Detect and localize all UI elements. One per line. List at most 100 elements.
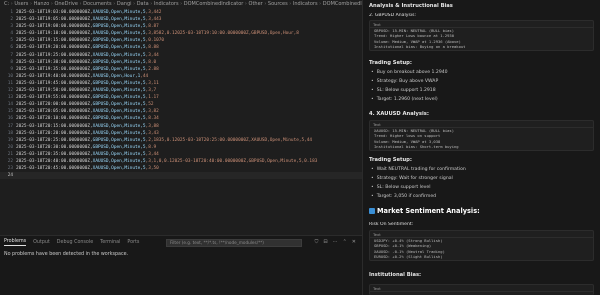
code-line[interactable]: 2 2025-03-18T19:05:00.0000000Z,XAUUSD,Ope… [0,16,362,23]
code-line[interactable]: 7 2025-03-18T19:25:00.0000000Z,XAUUSD,Ope… [0,52,362,59]
collapse-all-icon[interactable]: ⊟ [323,239,327,245]
xau-code-block: Text XAUUSD: 15-MIN: NEUTRAL (BULL bias)… [369,120,594,151]
line-text: 2025-03-18T20:30:00.0000000Z,GBPUSD,Open… [16,144,157,150]
code-line[interactable]: 5 2025-03-18T19:15:00.0000000Z,GBPUSD,Ope… [0,37,362,44]
institutional-code-block: Text [369,284,594,295]
code-line[interactable]: 13 2025-03-18T19:55:00.0000000Z,GBPUSD,Op… [0,94,362,101]
code-line[interactable]: 24 [0,172,362,180]
list-item: Target: 1.2960 (next level) [371,97,438,102]
line-text: 2025-03-18T20:45:00.0000000Z,XAUUSD,Open… [16,166,159,172]
breadcrumb-item[interactable]: OneDrive [54,1,78,7]
code-line[interactable]: 19 2025-03-18T20:25:00.0000000Z,GBPUSD,Op… [0,137,362,144]
code-line[interactable]: 16 2025-03-18T20:10:00.0000000Z,GBPUSD,Op… [0,115,362,122]
line-number: 24 [7,173,13,179]
gbp-header: 2. GBPUSD Analysis: [369,13,417,18]
line-number: 18 [7,130,13,136]
line-text: 2025-03-18T19:15:00.0000000Z,GBPUSD,Open… [16,38,165,44]
line-text: 2025-03-18T20:10:00.0000000Z,GBPUSD,Open… [16,116,159,122]
tab-ports[interactable]: Ports [127,240,139,245]
code-line[interactable]: 20 2025-03-18T20:30:00.0000000Z,GBPUSD,Op… [0,144,362,151]
code-line[interactable]: 8 2025-03-18T19:30:00.0000000Z,GBPUSD,Ope… [0,59,362,66]
breadcrumb-item[interactable]: Indicators [293,1,318,7]
code-line[interactable]: 17 2025-03-18T20:15:00.0000000Z,XAUUSD,Op… [0,123,362,130]
code-area[interactable]: 1 2025-03-18T19:03:00.0000000Z,XAUUSD,Ope… [0,9,362,180]
line-text: 2025-03-18T20:20:00.0000000Z,XAUUSD,Open… [16,130,159,136]
tab-problems[interactable]: Problems [4,239,27,246]
tab-output[interactable]: Output [33,240,50,245]
line-text: 2025-03-18T19:30:00.0000000Z,GBPUSD,Open… [16,59,157,65]
list-item: Strategy: Wait for stronger signal [371,176,453,181]
line-text: 2025-03-18T19:50:00.0000000Z,XAUUSD,Open… [16,88,157,94]
line-number: 7 [10,52,13,58]
line-text: 2025-03-18T20:35:00.0000000Z,XAUUSD,Open… [16,151,159,157]
more-icon[interactable]: ⋯ [333,239,338,245]
gbp-trading-header: Trading Setup: [369,60,412,66]
code-lang-label: Text [370,121,593,128]
line-number: 2 [10,17,13,23]
code-line[interactable]: 12 2025-03-18T19:50:00.0000000Z,XAUUSD,Op… [0,87,362,94]
code-line[interactable]: 11 2025-03-18T19:45:00.0000000Z,GBPUSD,Op… [0,80,362,87]
list-item: Target: 3,050 if confirmed [371,194,436,199]
list-item: Strategy: Buy above VWAP [371,79,439,84]
tab-debug-console[interactable]: Debug Console [57,240,93,245]
list-item: SL: Below support 1.2918 [371,88,436,93]
problems-filter-input[interactable]: Filter (e.g. text, **/*.ts, !**/node_mod… [166,239,302,247]
xau-trading-header: Trading Setup: [369,157,412,163]
code-line: EURUSD: +0.2% (Slight Bullish) [374,254,443,260]
code-line: Institutional bias: Buying on a breakout [374,44,466,50]
line-number: 14 [7,102,13,108]
code-line[interactable]: 1 2025-03-18T19:03:00.0000000Z,XAUUSD,Ope… [0,9,362,16]
line-text: 2025-03-18T19:55:00.0000000Z,GBPUSD,Open… [16,95,159,101]
code-line[interactable]: 23 2025-03-18T20:45:00.0000000Z,XAUUSD,Op… [0,165,362,172]
line-number: 13 [7,95,13,101]
line-text: 2025-03-18T20:15:00.0000000Z,XAUUSD,Open… [16,123,159,129]
code-line[interactable]: 15 2025-03-18T20:05:00.0000000Z,XAUUSD,Op… [0,108,362,115]
line-text: 2025-03-18T19:45:00.0000000Z,GBPUSD,Open… [16,80,159,86]
maximize-panel-icon[interactable]: ⌃ [343,239,347,245]
code-line[interactable]: 22 2025-03-18T20:40:00.0000000Z,XAUUSD,Op… [0,158,362,165]
filter-icon[interactable]: ⛉ [315,239,319,245]
line-number: 23 [7,166,13,172]
close-icon[interactable]: ✕ [352,239,356,245]
breadcrumb-item[interactable]: DOMCombinedIndicator [184,1,244,7]
line-number: 11 [7,80,13,86]
code-line[interactable]: 4 2025-03-18T19:10:00.0000000Z,XAUUSD,Ope… [0,30,362,37]
institutional-header: Institutional Bias: [369,272,422,278]
line-number: 20 [7,144,13,150]
line-text: 2025-03-18T19:10:00.0000000Z,XAUUSD,Open… [16,31,299,37]
line-text: 2025-03-18T20:40:00.0000000Z,XAUUSD,Open… [16,158,318,164]
line-number: 8 [10,59,13,65]
breadcrumb-item[interactable]: Sources [268,1,288,7]
code-line[interactable]: 18 2025-03-18T20:20:00.0000000Z,XAUUSD,Op… [0,130,362,137]
chart-icon [369,208,375,214]
breadcrumb-item[interactable]: Indicators [154,1,179,7]
editor[interactable]: C: › Users › Hanzo › OneDrive › Document… [0,0,362,235]
breadcrumb-item[interactable]: Other [249,1,263,7]
breadcrumb-item[interactable]: Users [14,1,28,7]
code-line[interactable]: 14 2025-03-18T20:00:00.0000000Z,GBPUSD,Op… [0,101,362,108]
line-text: 2025-03-18T19:05:00.0000000Z,XAUUSD,Open… [16,17,162,23]
line-number: 3 [10,24,13,30]
breadcrumb: C: › Users › Hanzo › OneDrive › Document… [0,0,362,9]
line-text: 2025-03-18T19:20:00.0000000Z,GBPUSD,Open… [16,45,159,51]
tab-terminal[interactable]: Terminal [100,240,120,245]
breadcrumb-item[interactable]: Hanzo [34,1,50,7]
line-number: 17 [7,123,13,129]
chat-sidebar[interactable]: Analysis & Instructional Bias 2. GBPUSD … [362,0,600,295]
breadcrumb-item[interactable]: Documents [83,1,112,7]
code-line: Institutional bias: Short-term buying [374,144,459,150]
code-line[interactable]: 21 2025-03-18T20:35:00.0000000Z,XAUUSD,Op… [0,151,362,158]
problems-message: No problems have been detected in the wo… [4,252,129,257]
xau-header: 4. XAUUSD Analysis: [369,111,429,117]
breadcrumb-item[interactable]: Dangi [117,1,132,7]
line-text: 2025-03-18T20:25:00.0000000Z,GBPUSD,Open… [16,137,313,143]
breadcrumb-item[interactable]: DOMCombinedIndicatorV2 [323,1,362,7]
code-line[interactable]: 3 2025-03-18T19:08:00.0000000Z,GBPUSD,Ope… [0,23,362,30]
code-line[interactable]: 10 2025-03-18T19:40:00.0000000Z,XAUUSD,Op… [0,73,362,80]
line-number: 21 [7,151,13,157]
code-line[interactable]: 6 2025-03-18T19:20:00.0000000Z,GBPUSD,Ope… [0,44,362,51]
panel-actions: ⛉ ⊟ ⋯ ⌃ ✕ [315,239,356,245]
code-line[interactable]: 9 2025-03-18T19:35:00.0000000Z,GBPUSD,Ope… [0,66,362,73]
breadcrumb-item[interactable]: Data [137,1,149,7]
line-number: 19 [7,137,13,143]
